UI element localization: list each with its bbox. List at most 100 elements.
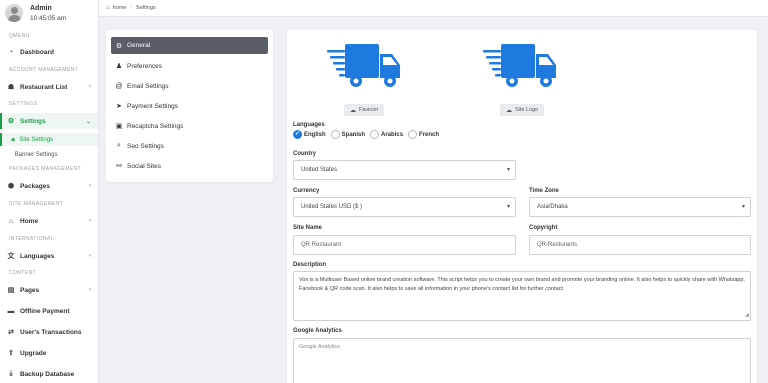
settings-menu-preferences[interactable]: ♟ Preferences — [111, 56, 268, 76]
language-radio-arabics[interactable]: Arabics — [370, 130, 403, 139]
chevron-left-icon: ‹ — [89, 183, 91, 189]
cloud-upload-icon: ☁ — [506, 107, 512, 114]
radio-label: English — [304, 131, 326, 138]
user-icon: ♟ — [115, 63, 123, 70]
settings-menu-seo[interactable]: ⌕ Seo Settings — [111, 136, 268, 156]
settings-menu-general[interactable]: ⚙ General — [111, 37, 268, 54]
breadcrumb-current: Settings — [135, 5, 156, 11]
description-textarea[interactable]: Vox is a Multiuser Based online brand cr… — [293, 271, 751, 321]
download-icon: ⤓ — [9, 370, 13, 377]
favicon-button-label: Favicon — [359, 107, 379, 113]
sidebar-item-label: Upgrade — [20, 349, 47, 357]
sidebar-item-upgrade[interactable]: ⇧ Upgrade — [0, 345, 98, 361]
recaptcha-icon: ▣ — [115, 123, 123, 130]
description-text: Vox is a Multiuser Based online brand cr… — [299, 277, 745, 292]
resize-handle-icon[interactable]: ◢ — [745, 311, 749, 320]
sidebar-item-label: User's Transactions — [20, 328, 82, 336]
search-icon: ⌕ — [117, 142, 121, 149]
settings-menu-social[interactable]: ⚯ Social Sites — [111, 156, 268, 176]
dashboard-icon: ◔ — [8, 48, 14, 56]
favicon-upload-button[interactable]: ☁ Favicon — [344, 104, 385, 116]
sidebar-item-label: Languages — [20, 252, 55, 260]
analytics-textarea[interactable]: Google Analytics — [293, 338, 751, 383]
menu-item-label: Email Settings — [127, 82, 169, 90]
menu-item-label: Recaptcha Settings — [127, 122, 184, 130]
radio-label: French — [419, 131, 440, 138]
currency-select[interactable]: United States USD ($ ) — [293, 197, 516, 217]
at-icon: @ — [115, 82, 123, 90]
upgrade-icon: ⇧ — [8, 350, 14, 357]
sidebar-item-label: Packages — [20, 182, 50, 190]
home-icon[interactable]: ⌂ — [106, 5, 110, 11]
sidebar-item-packages[interactable]: ⬢ Packages ‹ — [0, 178, 98, 194]
sidebar-item-restaurant-list[interactable]: ☗ Restaurant List ‹ — [0, 79, 98, 95]
copyright-input[interactable]: QR-Resturants — [529, 235, 751, 255]
languages-radio-group: English Spanish Arabics French — [293, 130, 444, 139]
sidebar-item-dashboard[interactable]: ◔ Dashboard — [0, 44, 98, 60]
breadcrumb-separator: / — [130, 5, 132, 11]
country-select[interactable]: United States — [293, 160, 516, 180]
settings-menu-email[interactable]: @ Email Settings — [111, 76, 268, 96]
sidebar-item-label: Settings — [20, 117, 46, 125]
menu-item-label: Preferences — [127, 62, 163, 70]
sidebar-item-label: Offline Payment — [20, 307, 70, 315]
chevron-left-icon: ‹ — [89, 84, 91, 90]
settings-menu-payment[interactable]: ➤ Payment Settings — [111, 96, 268, 116]
site-name-input[interactable]: QR Restaurant — [293, 235, 516, 255]
language-radio-spanish[interactable]: Spanish — [330, 130, 366, 139]
analytics-label: Google Analytics — [293, 328, 342, 334]
radio-label: Spanish — [341, 131, 366, 138]
copyright-label: Copyright — [529, 225, 558, 231]
section-qmenu: QMENU — [9, 33, 30, 39]
sidebar-item-offline-payment[interactable]: ▬ Offline Payment — [0, 303, 98, 319]
site-logo-upload-button[interactable]: ☁ Site Logo — [500, 104, 545, 116]
section-international: INTERNATIONAL — [9, 236, 54, 242]
country-label: Country — [293, 151, 316, 157]
sidebar-item-label: Pages — [20, 286, 40, 294]
currency-label: Currency — [293, 188, 320, 194]
sidebar-item-pages[interactable]: ▤ Pages ‹ — [0, 282, 98, 298]
language-radio-french[interactable]: French — [408, 130, 439, 139]
money-icon: ▬ — [7, 307, 15, 315]
language-radio-english[interactable]: English — [293, 130, 326, 139]
sidebar-subitem-label: Banner Settings — [14, 151, 58, 158]
menu-item-label: Payment Settings — [127, 102, 178, 110]
truck-icon — [483, 44, 556, 87]
sidebar-item-backup-database[interactable]: ⤓ Backup Database — [0, 366, 98, 382]
profile[interactable]: Admin 10:45:05 am — [0, 0, 98, 30]
general-settings-form: ☁ Favicon ☁ Site Logo Languages ✓ Englis… — [287, 30, 757, 383]
sidebar-item-label: Restaurant List — [20, 83, 68, 91]
gear-icon: ⚙ — [115, 42, 123, 50]
section-packages: PACKAGES MANAGEMENT — [9, 166, 81, 172]
sidebar-item-label: Home — [20, 217, 39, 225]
chevron-down-icon: ⌄ — [85, 118, 91, 125]
sidebar-item-users-transactions[interactable]: ⇄ User's Transactions — [0, 324, 98, 340]
sidebar-subitem-site-settings[interactable]: ◉ Site Settings — [0, 133, 98, 146]
sidebar-item-settings[interactable]: ⚙ Settings ⌄ — [0, 113, 98, 129]
sidebar-item-languages[interactable]: 文 Languages ‹ — [0, 248, 98, 264]
sidebar-item-label: Dashboard — [20, 48, 54, 56]
breadcrumb-home[interactable]: home — [113, 5, 127, 11]
gear-icon: ⚙ — [7, 118, 15, 125]
chevron-left-icon: ‹ — [89, 253, 91, 259]
profile-name: Admin — [30, 5, 52, 12]
favicon-preview: ☁ Favicon — [327, 42, 407, 117]
languages-label: Languages — [293, 122, 325, 128]
settings-menu-recaptcha[interactable]: ▣ Recaptcha Settings — [111, 116, 268, 136]
site-name-label: Site Name — [293, 225, 323, 231]
radio-label: Arabics — [381, 131, 404, 138]
send-icon: ➤ — [116, 103, 122, 110]
cloud-upload-icon: ☁ — [350, 107, 356, 114]
sidebar-item-home[interactable]: ⌂ Home ‹ — [0, 213, 98, 229]
sidebar-item-label: Backup Database — [20, 370, 75, 378]
timezone-label: Time Zone — [529, 188, 559, 194]
chevron-left-icon: ‹ — [89, 218, 91, 224]
sidebar-subitem-banner-settings[interactable]: ◦ Banner Settings — [0, 148, 98, 161]
file-icon: ▤ — [7, 287, 15, 294]
settings-menu: ⚙ General ♟ Preferences @ Email Settings… — [106, 30, 273, 182]
language-icon: 文 — [7, 253, 15, 260]
timezone-select[interactable]: Asia/Dhaka — [529, 197, 751, 217]
breadcrumb: ⌂ home / Settings — [99, 0, 768, 17]
package-icon: ⬢ — [7, 183, 15, 190]
section-content: CONTENT — [9, 270, 36, 276]
